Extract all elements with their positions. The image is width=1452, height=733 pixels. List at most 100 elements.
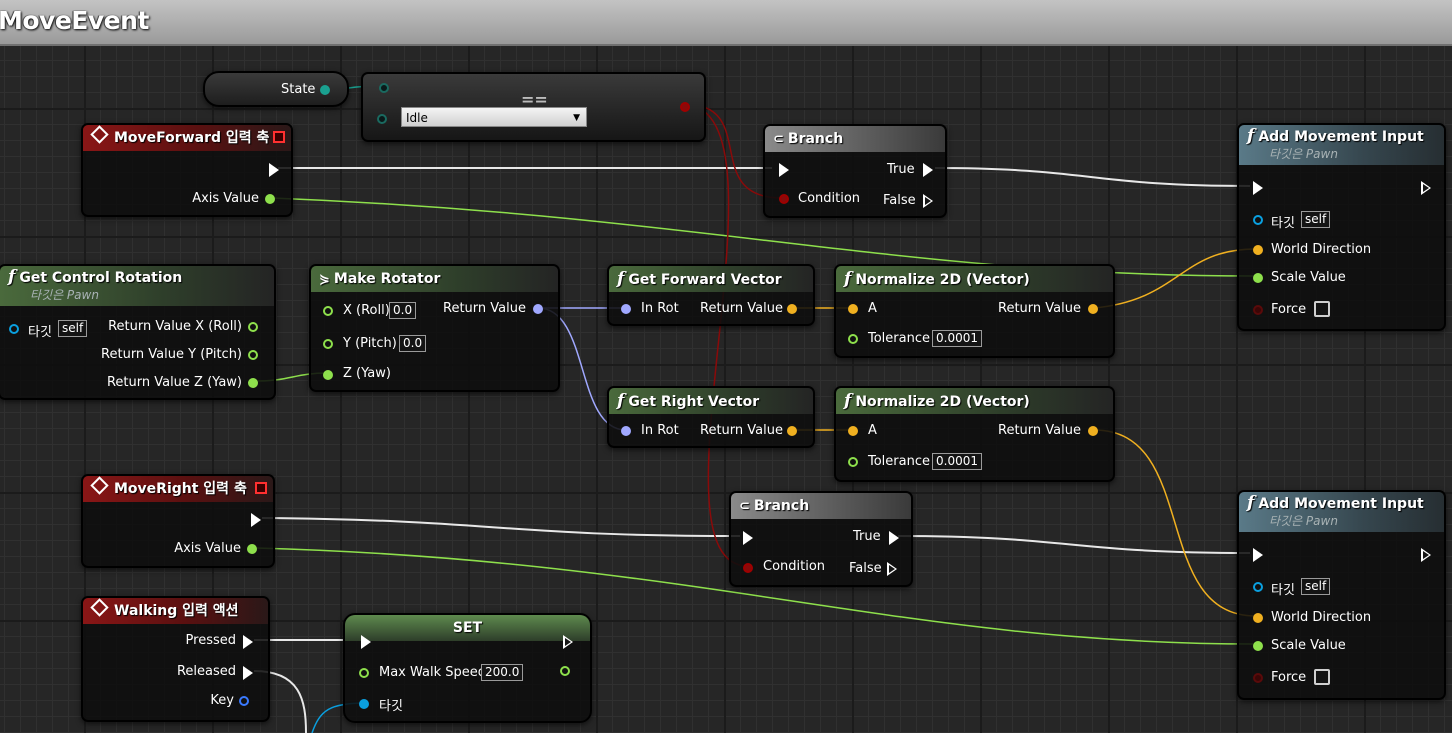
add1-exec-in[interactable] [1253,181,1263,195]
getcontrol-ry-pin[interactable] [248,350,258,360]
enum-dropdown[interactable]: Idle ▼ [401,107,587,127]
equal-input-a-pin[interactable] [379,83,389,93]
add2-force-checkbox[interactable] [1314,669,1330,685]
getright-in-pin[interactable] [621,426,631,436]
getforward-in-label: In Rot [641,301,679,316]
add2-exec-out[interactable] [1421,548,1431,562]
walking-pressed-pin[interactable] [243,635,253,649]
get-control-rotation-node[interactable]: f Get Control Rotation 타깃은 Pawn 타깃 self R… [0,264,276,400]
set-title: SET [452,620,483,636]
norm1-ret-pin[interactable] [1088,304,1098,314]
add1-exec-out[interactable] [1421,181,1431,195]
norm2-a-label: A [868,423,877,438]
branch2-false-pin[interactable] [887,562,897,576]
branch1-true-pin[interactable] [923,163,933,177]
equal-input-b-pin[interactable] [377,114,387,124]
branch2-true-pin[interactable] [889,531,899,545]
branch1-false-pin[interactable] [923,194,933,208]
branch1-exec-in[interactable] [779,163,789,177]
state-node[interactable]: State [203,71,349,107]
add1-subtitle: 타깃은 Pawn [1269,147,1338,161]
moveforward-node[interactable]: MoveForward 입력 축 Axis Value [81,123,293,217]
add1-scale-value-pin[interactable] [1253,273,1263,283]
moveright-axis-pin[interactable] [247,544,257,554]
add2-self-field[interactable]: self [1301,578,1331,595]
get-right-vector-node[interactable]: f Get Right Vector In Rot Return Value [607,386,815,448]
branch1-node[interactable]: ⊂ Branch True Condition False [763,124,947,218]
branch2-exec-in[interactable] [743,531,753,545]
getcontrol-rz-pin[interactable] [248,378,258,388]
getforward-in-pin[interactable] [621,304,631,314]
normalize-2d-2-node[interactable]: f Normalize 2D (Vector) A Return Value To… [834,386,1115,482]
branch2-header: ⊂ Branch [731,493,911,519]
norm1-ret-label: Return Value [998,301,1081,316]
branch2-true-label: True [853,529,881,544]
get-forward-vector-node[interactable]: f Get Forward Vector In Rot Return Value [607,264,815,326]
moveright-node[interactable]: MoveRight 입력 축 Axis Value [81,474,275,568]
makerot-z-pin[interactable] [323,370,333,380]
add2-world-direction-pin[interactable] [1253,613,1263,623]
getcontrol-target-label: 타깃 [28,325,52,340]
function-icon: f [844,269,852,289]
add2-scale-value-pin[interactable] [1253,641,1263,651]
add1-world-direction-pin[interactable] [1253,245,1263,255]
add2-target-pin[interactable] [1253,582,1263,592]
equal-node[interactable]: == Idle ▼ [361,72,706,142]
walking-released-pin[interactable] [243,666,253,680]
getforward-ret-pin[interactable] [787,304,797,314]
getcontrol-rx-pin[interactable] [248,322,258,332]
enum-dropdown-value: Idle [406,111,428,125]
set-output-pin[interactable] [560,666,570,676]
add1-target-pin[interactable] [1253,215,1263,225]
set-node[interactable]: SET Max Walk Speed 200.0 타깃 [343,613,592,723]
norm1-tol-field[interactable]: 0.0001 [932,330,982,347]
add2-exec-in[interactable] [1253,548,1263,562]
makerot-x-pin[interactable] [323,306,333,316]
makerot-ret-pin[interactable] [533,304,543,314]
branch1-title: Branch [787,131,844,147]
equal-output-pin[interactable] [680,102,690,112]
exec-wire-true1 [934,167,1251,187]
branch2-false-label: False [849,561,882,576]
set-exec-in[interactable] [361,635,371,649]
getright-ret-pin[interactable] [787,426,797,436]
moveforward-axis-pin[interactable] [265,194,275,204]
norm2-tol-field[interactable]: 0.0001 [932,453,982,470]
walking-key-pin[interactable] [239,696,249,706]
walking-node[interactable]: Walking 입력 액션 Pressed Released Key [81,596,270,722]
makerot-y-field[interactable]: 0.0 [399,335,427,352]
makerot-x-field[interactable]: 0.0 [389,302,417,319]
add1-self-field[interactable]: self [1301,211,1331,228]
moveright-exec-out[interactable] [251,513,261,527]
getcontrol-self-field[interactable]: self [58,320,88,337]
add2-target-label: 타깃 [1271,583,1295,598]
norm1-a-pin[interactable] [848,304,858,314]
norm1-tol-pin[interactable] [848,334,858,344]
add1-force-pin[interactable] [1253,305,1263,315]
set-value-field[interactable]: 200.0 [481,664,524,681]
add-movement-input-1-node[interactable]: f Add Movement Input 타깃은 Pawn 타깃 self Wor… [1237,123,1446,331]
function-icon: f [617,391,625,411]
add1-force-checkbox[interactable] [1314,301,1330,317]
norm2-tol-pin[interactable] [848,457,858,467]
getcontrol-target-pin[interactable] [9,324,19,334]
branch-icon: ⊂ [739,499,750,514]
norm2-a-pin[interactable] [848,426,858,436]
branch1-condition-pin[interactable] [779,194,789,204]
branch2-node[interactable]: ⊂ Branch True Condition False [729,491,913,587]
set-value-pin[interactable] [359,668,369,678]
vec-wire-3 [1093,248,1257,309]
norm2-ret-pin[interactable] [1088,426,1098,436]
set-target-pin[interactable] [359,699,369,709]
moveforward-exec-out[interactable] [269,163,279,177]
branch2-condition-pin[interactable] [743,563,753,573]
norm2-title: Normalize 2D (Vector) [855,394,1030,410]
state-output-pin[interactable] [320,85,330,95]
add2-force-pin[interactable] [1253,673,1263,683]
normalize-2d-1-node[interactable]: f Normalize 2D (Vector) A Return Value To… [834,264,1115,358]
make-rotator-node[interactable]: ⋟ Make Rotator X (Roll) 0.0 Return Value … [309,264,560,392]
set-exec-out[interactable] [563,635,573,649]
branch-icon: ⊂ [773,132,784,147]
add-movement-input-2-node[interactable]: f Add Movement Input 타깃은 Pawn 타깃 self Wor… [1237,490,1446,700]
makerot-y-pin[interactable] [323,339,333,349]
